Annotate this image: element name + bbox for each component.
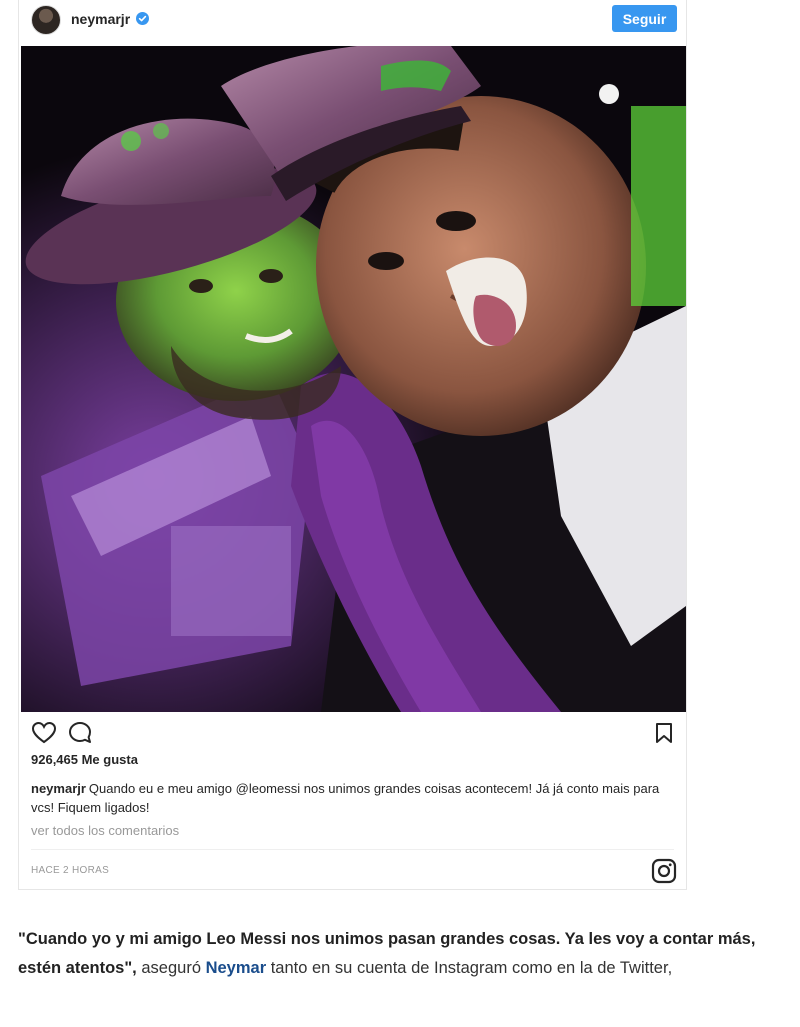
caption-text: Quando eu e meu amigo @leomessi nos unim…	[31, 781, 660, 815]
bookmark-icon	[656, 723, 672, 743]
verified-badge-icon	[136, 12, 149, 25]
selfie-photo-illustration	[21, 46, 686, 712]
like-button[interactable]	[31, 720, 57, 746]
post-photo[interactable]	[21, 46, 686, 712]
heart-icon	[31, 721, 57, 744]
article-text-after-name: tanto en su cuenta de Instagram como en …	[266, 959, 673, 977]
neymar-link[interactable]: Neymar	[206, 959, 267, 977]
post-actions	[19, 716, 686, 750]
follow-button[interactable]: Seguir	[612, 5, 677, 32]
article-text-before-name: aseguró	[136, 959, 206, 977]
instagram-logo-icon[interactable]	[651, 858, 677, 884]
post-caption: neymarjr Quando eu e meu amigo @leomessi …	[31, 779, 681, 817]
post-timestamp: HACE 2 HORAS	[31, 865, 110, 876]
article-paragraph: "Cuando yo y mi amigo Leo Messi nos unim…	[18, 925, 788, 983]
view-all-comments-link[interactable]: ver todos los comentarios	[31, 823, 179, 838]
avatar[interactable]	[31, 5, 61, 35]
save-button[interactable]	[651, 720, 677, 746]
post-header: neymarjr Seguir	[19, 0, 686, 44]
divider	[31, 849, 674, 850]
instagram-embed-card: neymarjr Seguir 926,465 Me gusta neymarj…	[18, 0, 687, 890]
post-username[interactable]: neymarjr	[71, 11, 130, 27]
comment-icon	[69, 722, 91, 743]
caption-username[interactable]: neymarjr	[31, 781, 86, 796]
comment-button[interactable]	[67, 720, 93, 746]
like-count[interactable]: 926,465 Me gusta	[31, 752, 138, 767]
